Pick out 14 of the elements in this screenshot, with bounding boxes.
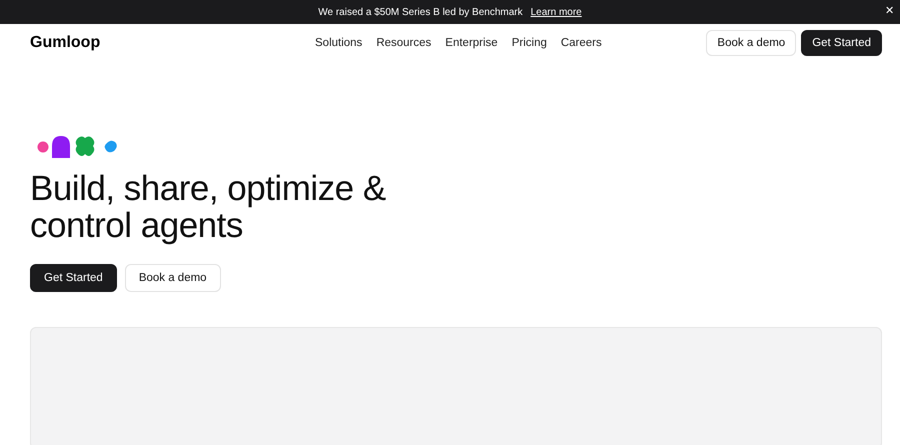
nav-link[interactable]: Enterprise [445, 37, 498, 49]
get-started-button[interactable]: Get Started [801, 30, 882, 56]
announcement-text: We raised a $50M Series B led by Benchmark [318, 6, 523, 18]
nav-link[interactable]: Careers [560, 37, 602, 49]
nav-link[interactable]: Resources [376, 37, 432, 49]
learn-more-link[interactable]: Learn more [530, 6, 582, 18]
hero-headline: Build, share, optimize & control agents [30, 170, 387, 244]
book-demo-button[interactable]: Book a demo [124, 264, 221, 292]
close-button[interactable]: ✕ [879, 4, 900, 17]
nav-link[interactable]: Solutions [315, 37, 362, 49]
logo[interactable]: Gumloop [30, 34, 315, 52]
book-demo-button[interactable]: Book a demo [706, 30, 796, 56]
get-started-button[interactable]: Get Started [30, 264, 117, 292]
nav-link[interactable]: Pricing [512, 37, 547, 49]
